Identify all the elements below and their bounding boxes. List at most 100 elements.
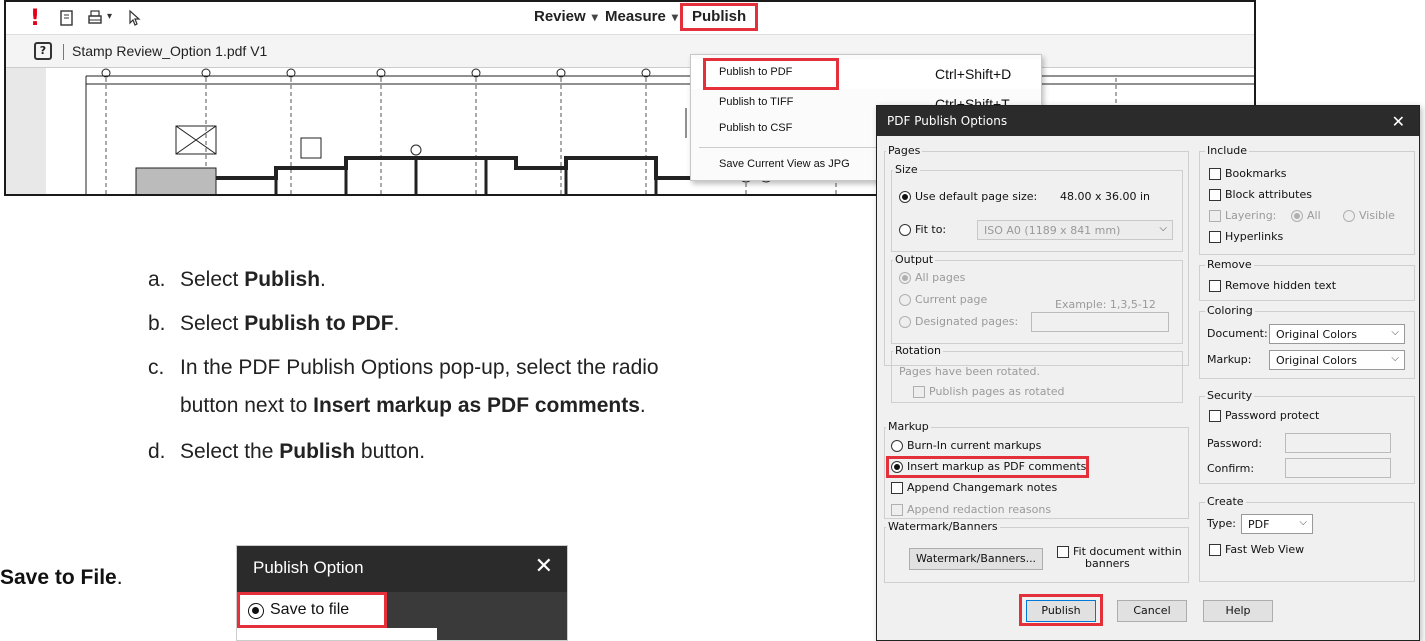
dialog-body-fill: [237, 628, 437, 640]
remove-hidden-text-checkbox[interactable]: [1209, 280, 1221, 292]
fit-to-select[interactable]: ISO A0 (1189 x 841 mm) ⌵: [977, 220, 1173, 240]
page-range-example: Example: 1,3,5-12: [1055, 298, 1156, 311]
document-tab-bar: ? Stamp Review_Option 1.pdf V1 ⌵ ✕ ⚲ ▾ ≡: [6, 34, 1254, 99]
watermark-banners-button[interactable]: Watermark/Banners...: [909, 548, 1043, 570]
publish-menu-highlight: [680, 3, 758, 31]
close-icon[interactable]: ✕: [1392, 112, 1405, 131]
publish-button[interactable]: Publish: [1026, 600, 1096, 622]
pages-group-label: Pages: [886, 144, 923, 157]
layering-all-radio[interactable]: [1291, 210, 1303, 222]
markup-group-label: Markup: [886, 420, 931, 433]
document-title: Stamp Review_Option 1.pdf V1: [72, 43, 268, 59]
chevron-down-icon: ⌵: [1391, 353, 1399, 364]
password-input[interactable]: [1285, 433, 1391, 453]
block-attributes-label: Block attributes: [1225, 188, 1312, 201]
print-icon[interactable]: [86, 9, 104, 27]
page-icon[interactable]: [58, 9, 76, 27]
type-label: Type:: [1207, 517, 1236, 530]
remove-group-label: Remove: [1205, 258, 1254, 271]
current-page-radio[interactable]: [899, 294, 911, 306]
password-label: Password:: [1207, 437, 1263, 450]
step-d: d. Select the Publish button.: [148, 440, 426, 463]
menu-review[interactable]: Review ▾: [534, 8, 598, 25]
print-caret-icon[interactable]: ▾: [107, 11, 112, 22]
insert-markup-comments-radio[interactable]: [891, 461, 903, 473]
confirm-password-input[interactable]: [1285, 458, 1391, 478]
insert-markup-comments-label: Insert markup as PDF comments: [907, 460, 1087, 473]
layering-label: Layering:: [1225, 209, 1277, 222]
rotation-group-label: Rotation: [893, 344, 944, 357]
layering-all-label: All: [1307, 209, 1321, 222]
markup-coloring-label: Markup:: [1207, 353, 1252, 366]
close-icon[interactable]: ✕: [535, 554, 553, 579]
pdf-publish-options-dialog: PDF Publish Options ✕ Pages Size Use def…: [876, 105, 1420, 641]
fast-web-view-checkbox[interactable]: [1209, 544, 1221, 556]
fit-to-radio[interactable]: [899, 224, 911, 236]
help-icon[interactable]: ?: [34, 42, 52, 60]
publish-option-body: Save to file: [237, 592, 567, 640]
fit-within-banners-checkbox[interactable]: [1057, 546, 1069, 558]
bookmarks-label: Bookmarks: [1225, 167, 1287, 180]
confirm-label: Confirm:: [1207, 462, 1255, 475]
append-changemark-label: Append Changemark notes: [907, 481, 1058, 494]
append-changemark-checkbox[interactable]: [891, 482, 903, 494]
publish-option-title-bar: Publish Option ✕: [237, 546, 567, 592]
create-type-select[interactable]: PDF ⌵: [1241, 514, 1313, 534]
fit-within-banners-label-2: banners: [1085, 557, 1130, 570]
save-to-file-radio[interactable]: [248, 603, 264, 619]
password-protect-label: Password protect: [1225, 409, 1320, 422]
select-cursor-icon[interactable]: [126, 9, 144, 27]
save-to-file-label: Save to file: [270, 601, 350, 618]
all-pages-label: All pages: [915, 271, 966, 284]
burn-in-markups-radio[interactable]: [891, 440, 903, 452]
remove-hidden-text-label: Remove hidden text: [1225, 279, 1337, 292]
markup-coloring-select[interactable]: Original Colors ⌵: [1269, 350, 1405, 370]
save-to-file-text: Save to File.: [0, 566, 123, 589]
alert-icon[interactable]: !: [30, 6, 40, 31]
use-default-size-radio[interactable]: [899, 191, 911, 203]
password-protect-checkbox[interactable]: [1209, 410, 1221, 422]
chevron-down-icon: ⌵: [1159, 223, 1167, 234]
menu-measure[interactable]: Measure ▾: [605, 8, 678, 25]
append-redaction-checkbox[interactable]: [891, 504, 903, 516]
size-group-label: Size: [893, 163, 920, 176]
document-coloring-select[interactable]: Original Colors ⌵: [1269, 324, 1405, 344]
publish-rotated-label: Publish pages as rotated: [929, 385, 1065, 398]
document-coloring-label: Document:: [1207, 327, 1268, 340]
designated-pages-input[interactable]: [1031, 312, 1169, 332]
coloring-group-label: Coloring: [1205, 304, 1255, 317]
designated-pages-radio[interactable]: [899, 316, 911, 328]
fast-web-view-label: Fast Web View: [1225, 543, 1305, 556]
watermark-group-label: Watermark/Banners: [886, 520, 1000, 533]
help-button[interactable]: Help: [1203, 600, 1273, 622]
chevron-down-icon: ⌵: [1299, 517, 1307, 528]
burn-in-markups-label: Burn-In current markups: [907, 439, 1042, 452]
cancel-button[interactable]: Cancel: [1117, 600, 1187, 622]
all-pages-radio[interactable]: [899, 272, 911, 284]
step-a: a. Select Publish.: [148, 268, 326, 291]
create-group-label: Create: [1205, 495, 1246, 508]
divider: [63, 44, 64, 60]
use-default-size-label: Use default page size:: [915, 190, 1038, 203]
step-b: b. Select Publish to PDF.: [148, 312, 400, 335]
hyperlinks-checkbox[interactable]: [1209, 231, 1221, 243]
rotation-note: Pages have been rotated.: [899, 365, 1040, 378]
step-c-continued: button next to Insert markup as PDF comm…: [180, 394, 646, 417]
hyperlinks-label: Hyperlinks: [1225, 230, 1284, 243]
layering-checkbox[interactable]: [1209, 210, 1221, 222]
dialog-title-bar: PDF Publish Options ✕: [877, 106, 1419, 136]
save-to-file-option[interactable]: Save to file: [237, 592, 387, 628]
publish-rotated-checkbox[interactable]: [913, 386, 925, 398]
default-size-value: 48.00 x 36.00 in: [1060, 190, 1151, 203]
designated-pages-label: Designated pages:: [915, 315, 1019, 328]
dialog-title: PDF Publish Options: [887, 114, 1008, 128]
bookmarks-checkbox[interactable]: [1209, 168, 1221, 180]
block-attributes-checkbox[interactable]: [1209, 189, 1221, 201]
step-c: c. In the PDF Publish Options pop-up, sel…: [148, 356, 659, 379]
main-toolbar: ! ▾ Review ▾ Measure ▾ Publish: [6, 2, 1254, 34]
include-group-label: Include: [1205, 144, 1250, 157]
output-group-label: Output: [893, 253, 936, 266]
append-redaction-label: Append redaction reasons: [907, 503, 1052, 516]
publish-option-dialog: Publish Option ✕ Save to file: [236, 545, 568, 641]
layering-visible-radio[interactable]: [1343, 210, 1355, 222]
